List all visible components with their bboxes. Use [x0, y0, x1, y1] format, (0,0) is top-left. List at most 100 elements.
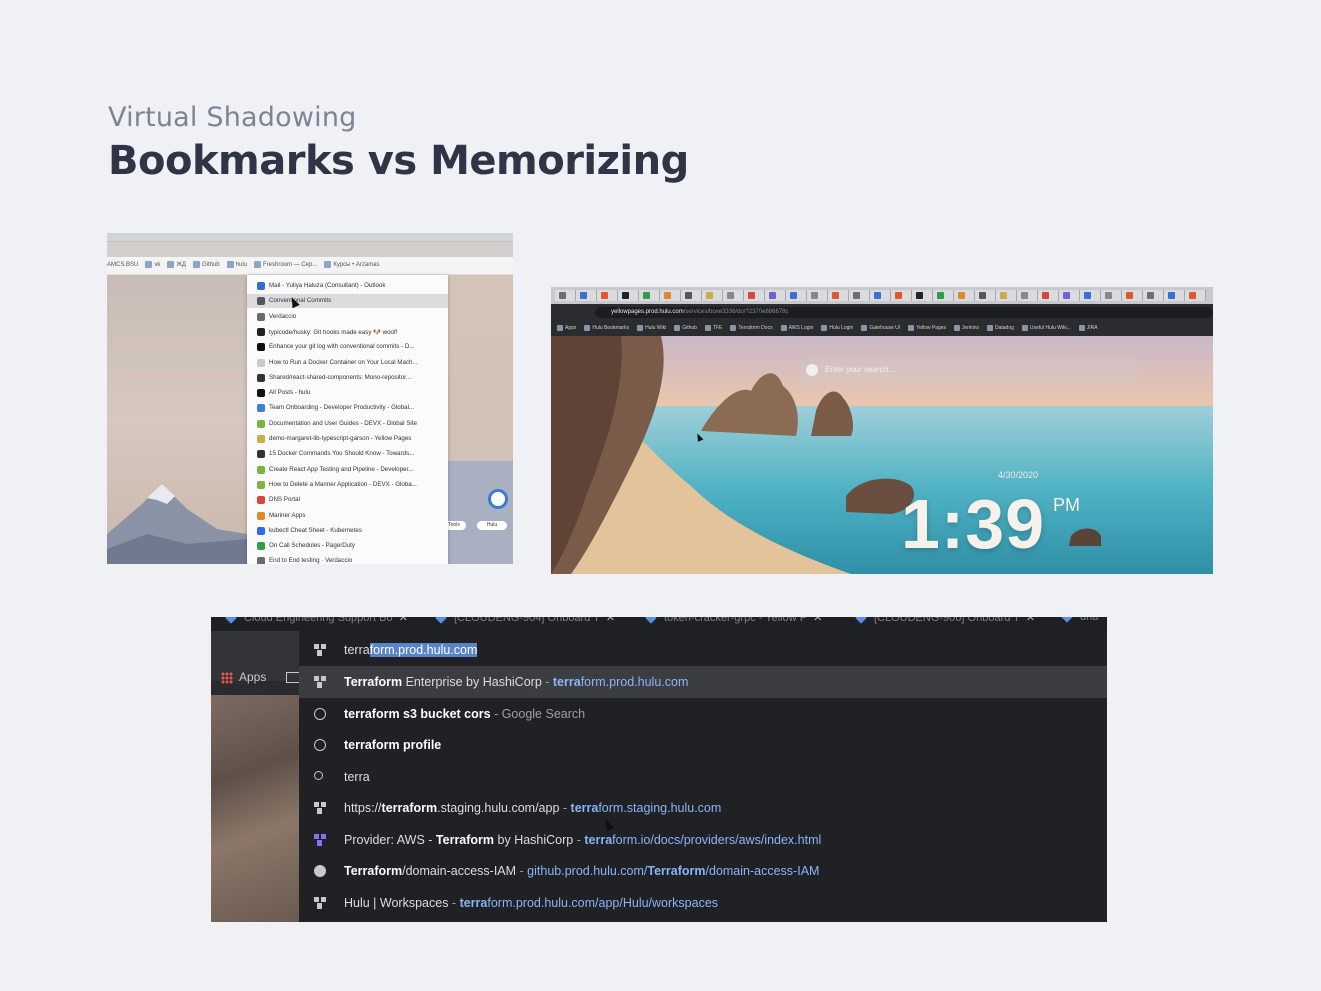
menu-item[interactable]: demo-margaret-lib-typescript-garson - Ye…	[247, 432, 448, 446]
bookmark-0[interactable]: AMCS.BSU	[107, 257, 138, 274]
omnibox-suggestion[interactable]: https://terraform.staging.hulu.com/app -…	[299, 792, 1107, 824]
browser-tab[interactable]	[891, 290, 912, 301]
bookmark-6[interactable]: AWS Login	[780, 321, 813, 336]
shortcut-tile-hulu[interactable]: Hulu	[477, 521, 507, 530]
bookmark-3[interactable]: Github	[674, 321, 697, 336]
browser-tab[interactable]: [CLOUDENG-906] Onboard T ✕	[855, 617, 1035, 631]
omnibox-suggestion[interactable]: Terraform/domain-access-IAM - github.pro…	[299, 855, 1107, 887]
bookmark-8[interactable]: Gatehouse UI	[861, 321, 900, 336]
bookmark-12[interactable]: Useful Hulu Wiki...	[1021, 321, 1071, 336]
browser-tab[interactable]	[639, 290, 660, 301]
bookmark-4[interactable]: TFE	[704, 321, 722, 336]
menu-item[interactable]: Mail - Yuliya Haluza (Consultant) - Outl…	[247, 279, 448, 293]
omnibox-suggestion[interactable]: Hulu | Workspaces - terraform.prod.hulu.…	[299, 887, 1107, 919]
menu-item[interactable]: Verdaccio	[247, 310, 448, 324]
menu-item[interactable]: DNS Portal	[247, 493, 448, 507]
browser-tab[interactable]	[1122, 290, 1143, 301]
omnibox-input[interactable]: terraform.prod.hulu.com	[299, 634, 1107, 666]
bookmark-label: Jenkins	[962, 325, 979, 331]
menu-item-label: All Posts - hulu	[269, 389, 311, 397]
browser-tab[interactable]	[912, 290, 933, 301]
browser-tab[interactable]	[975, 290, 996, 301]
browser-tab[interactable]: dna	[1061, 617, 1098, 631]
bookmark-5[interactable]: Freshroom — Сер...	[253, 257, 317, 274]
bookmarks-bar: AMCS.BSU vk ЖД Github hulu Freshroom — Сер...…	[107, 257, 513, 275]
tab-close-icon[interactable]: ✕	[606, 617, 615, 624]
bookmark-1[interactable]: Hulu Bookmarks	[584, 321, 629, 336]
bookmark-7[interactable]: Hulu Login	[821, 321, 853, 336]
browser-tab[interactable]	[996, 290, 1017, 301]
browser-tab[interactable]	[954, 290, 975, 301]
browser-tab[interactable]	[1143, 290, 1164, 301]
menu-item[interactable]: All Posts - hulu	[247, 386, 448, 400]
menu-item[interactable]: How to Delete a Mariner Application - DE…	[247, 478, 448, 492]
menu-item[interactable]: Shared/react-shared-components: Mono-rep…	[247, 371, 448, 385]
browser-tab[interactable]	[597, 290, 618, 301]
browser-tab[interactable]	[849, 290, 870, 301]
menu-item[interactable]: Create React App Testing and Pipeline - …	[247, 463, 448, 477]
browser-tab[interactable]	[870, 290, 891, 301]
tab-close-icon[interactable]: ✕	[813, 617, 822, 624]
browser-tab[interactable]: token-cracker-grpc - Yellow P ✕	[645, 617, 822, 631]
browser-tab[interactable]	[786, 290, 807, 301]
browser-tab[interactable]	[765, 290, 786, 301]
browser-tab[interactable]	[555, 290, 576, 301]
bookmark-3[interactable]: Github	[192, 257, 220, 274]
browser-tab[interactable]	[1080, 290, 1101, 301]
browser-tab[interactable]	[744, 290, 765, 301]
browser-tab[interactable]	[1017, 290, 1038, 301]
browser-tab[interactable]	[576, 290, 597, 301]
omnibox-suggestion[interactable]: terraform profile	[299, 729, 1107, 761]
bookmark-13[interactable]: JIRA	[1078, 321, 1098, 336]
tab-favicon-icon	[958, 292, 965, 299]
browser-tab[interactable]: Cloud Engineering Support Bo ✕	[225, 617, 408, 631]
menu-item[interactable]: Conventional Commits	[247, 294, 448, 309]
browser-tab[interactable]	[618, 290, 639, 301]
bookmark-2[interactable]: ЖД	[167, 257, 186, 274]
menu-item[interactable]: Team Onboarding - Developer Productivity…	[247, 401, 448, 415]
menu-item[interactable]: End to End testing · Verdaccio	[247, 554, 448, 564]
browser-tab[interactable]	[1059, 290, 1080, 301]
browser-tab[interactable]	[702, 290, 723, 301]
browser-tab[interactable]	[681, 290, 702, 301]
menu-item[interactable]: kubectl Cheat Sheet - Kubernetes	[247, 524, 448, 538]
bookmark-4[interactable]: hulu	[226, 257, 247, 274]
browser-tab[interactable]	[1038, 290, 1059, 301]
menu-item[interactable]: How to Run a Docker Container on Your Lo…	[247, 356, 448, 370]
tab-close-icon[interactable]: ✕	[1026, 617, 1035, 624]
menu-item[interactable]: 15 Docker Commands You Should Know - Tow…	[247, 447, 448, 461]
tab-close-icon[interactable]: ✕	[399, 617, 408, 624]
url-text[interactable]: yellowpages.prod.hulu.com/services/boxe3…	[611, 307, 788, 318]
bookmark-2[interactable]: Hulu Wiki	[637, 321, 666, 336]
apps-shortcut[interactable]: Apps	[221, 670, 301, 684]
browser-tab[interactable]	[807, 290, 828, 301]
browser-tab[interactable]	[1164, 290, 1185, 301]
menu-item[interactable]: typicode/husky: Git hooks made easy 🐶 wo…	[247, 325, 448, 339]
menu-item[interactable]: On Call Schedules - PagerDuty	[247, 539, 448, 553]
search-box[interactable]: Enter your search...	[800, 359, 1137, 382]
omnibox-suggestion[interactable]: Terraform Enterprise by HashiCorp - terr…	[299, 666, 1107, 698]
bookmark-10[interactable]: Jenkins	[954, 321, 979, 336]
shortcut-tile-icon[interactable]	[488, 489, 508, 509]
bookmark-6[interactable]: Курсы • Arzamas	[324, 257, 380, 274]
bookmark-11[interactable]: Datadog	[986, 321, 1014, 336]
bookmark-9[interactable]: Yellow Pages	[908, 321, 946, 336]
menu-item[interactable]: Mariner Apps	[247, 509, 448, 523]
browser-tab[interactable]: [CLOUDENG-904] Onboard T ✕	[435, 617, 615, 631]
browser-tab[interactable]	[660, 290, 681, 301]
menu-item[interactable]: Enhance your git log with conventional c…	[247, 340, 448, 354]
browser-tab[interactable]	[1101, 290, 1122, 301]
browser-tab[interactable]	[1185, 290, 1206, 301]
omnibox-suggestion[interactable]: terraform s3 bucket cors - Google Search	[299, 698, 1107, 730]
menu-item[interactable]: Documentation and User Guides - DEVX - G…	[247, 417, 448, 431]
omnibox-suggestion[interactable]: Provider: AWS - Terraform by HashiCorp -…	[299, 824, 1107, 856]
favicon-icon	[257, 496, 265, 505]
bookmark-0[interactable]: Apps	[557, 321, 576, 336]
browser-tab[interactable]	[933, 290, 954, 301]
browser-tab[interactable]	[723, 290, 744, 301]
bookmark-1[interactable]: vk	[145, 257, 160, 274]
browser-tab[interactable]	[828, 290, 849, 301]
omnibox-suggestion[interactable]: terra	[299, 761, 1107, 793]
tab-favicon-icon	[727, 292, 734, 299]
bookmark-5[interactable]: Terraform Docs	[730, 321, 773, 336]
